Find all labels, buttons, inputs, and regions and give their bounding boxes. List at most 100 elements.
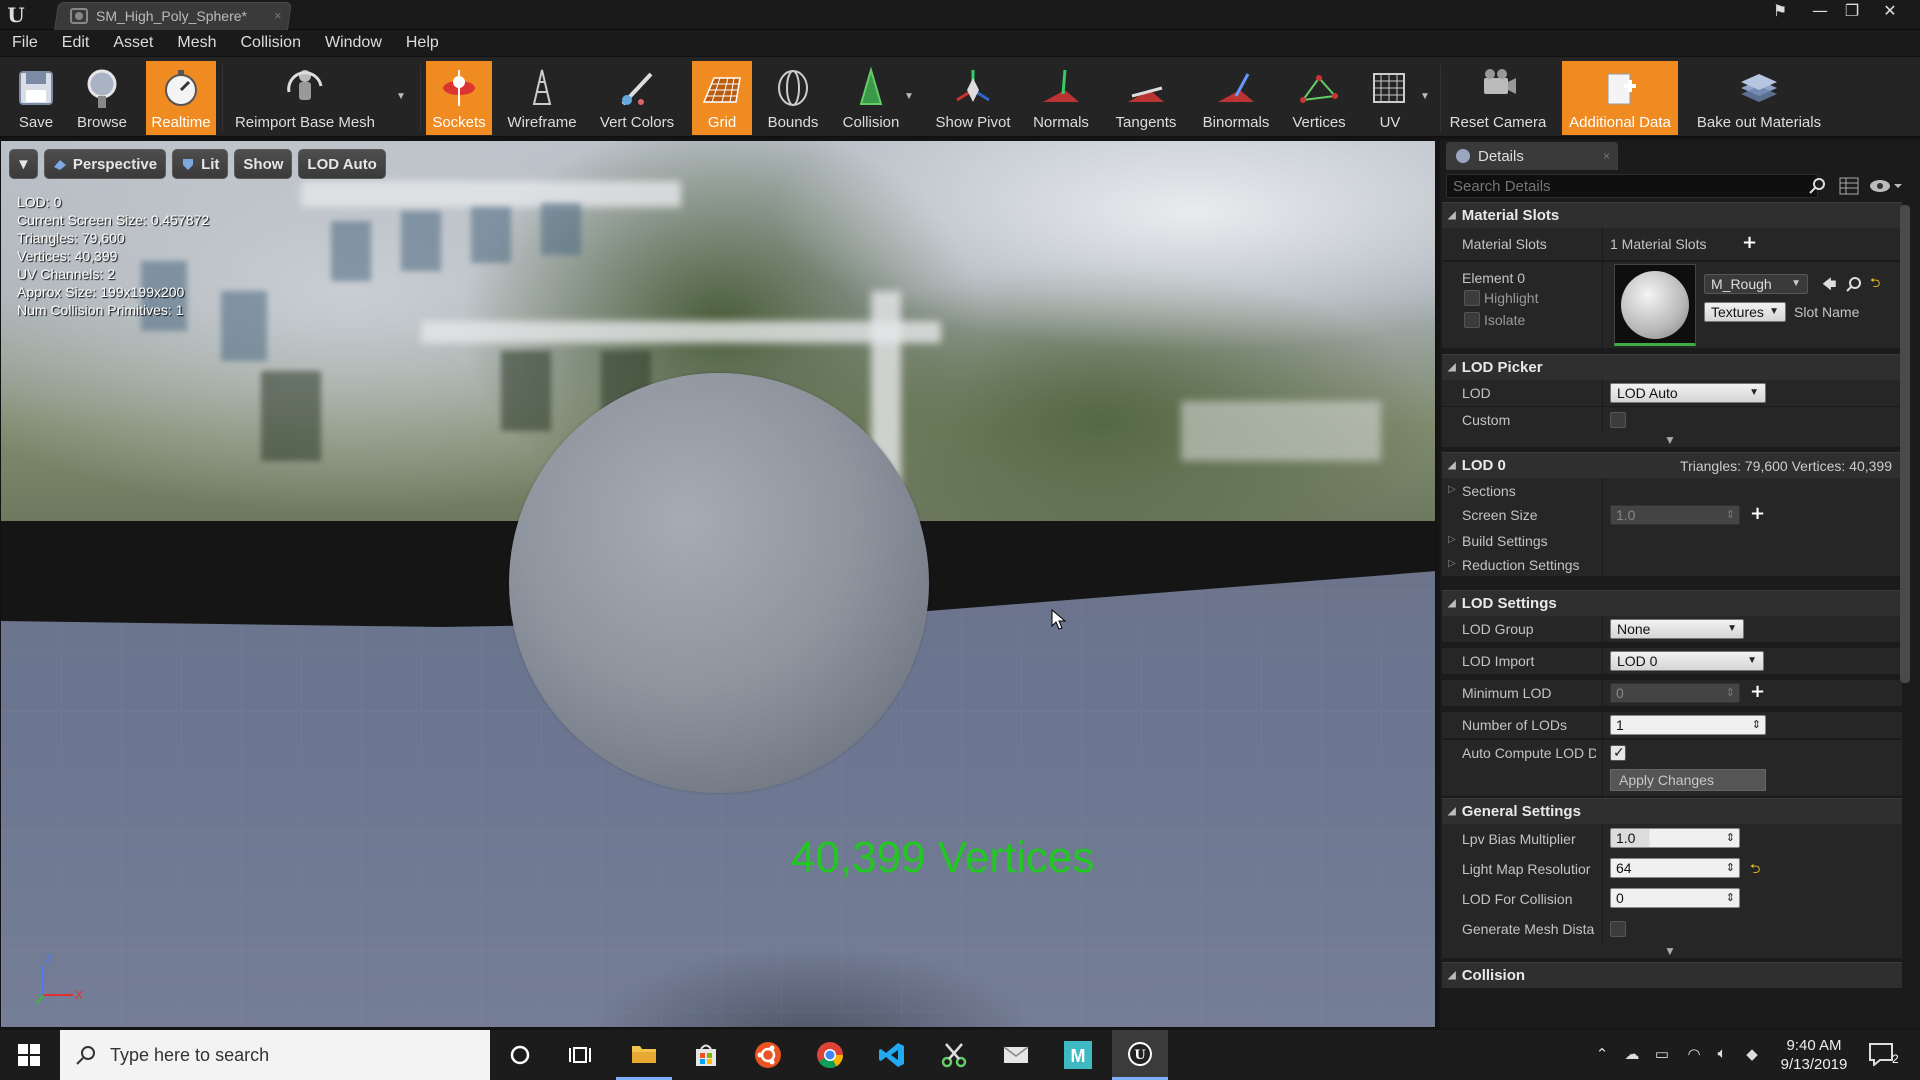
bake-out-materials-button[interactable]: Bake out Materials [1690, 61, 1828, 135]
mail-app[interactable] [988, 1030, 1044, 1080]
reimport-dropdown-icon[interactable]: ▼ [396, 91, 406, 102]
dropbox-icon[interactable]: ◆ [1742, 1045, 1762, 1065]
tangents-button[interactable]: Tangents [1106, 61, 1186, 135]
taskbar-search-box[interactable]: Type here to search [60, 1030, 490, 1080]
auto-compute-checkbox[interactable] [1610, 744, 1626, 761]
save-button[interactable]: Save [4, 61, 68, 135]
expand-triangle-icon[interactable]: ▷ [1448, 558, 1456, 569]
binormals-button[interactable]: Binormals [1194, 61, 1278, 135]
close-details-icon[interactable]: × [1603, 149, 1610, 163]
lpv-bias-slider[interactable]: 1.0 ⇕ [1610, 828, 1740, 848]
volume-icon[interactable]: 🔈︎ [1712, 1045, 1732, 1065]
build-settings-row[interactable]: ▷ Build Settings [1442, 528, 1902, 552]
reduction-settings-row[interactable]: ▷ Reduction Settings [1442, 552, 1902, 576]
isolate-checkbox[interactable] [1464, 312, 1480, 328]
lod-picker-category[interactable]: ◢ LOD Picker [1442, 354, 1902, 380]
microsoft-store-app[interactable] [678, 1030, 734, 1080]
add-minimum-lod-icon[interactable]: + [1750, 681, 1765, 702]
lod-group-select[interactable]: None ▼ [1610, 619, 1744, 639]
menu-help[interactable]: Help [394, 34, 451, 52]
viewport[interactable]: ▼ Perspective Lit Show LOD Auto LOD: 0 C… [0, 140, 1436, 1028]
high-poly-sphere-mesh[interactable] [509, 373, 929, 793]
reset-camera-button[interactable]: Reset Camera [1448, 61, 1548, 135]
wireframe-button[interactable]: Wireframe [500, 61, 584, 135]
lod-select[interactable]: LOD Auto ▼ [1610, 383, 1766, 403]
grid-button[interactable]: Grid [692, 61, 752, 135]
show-hidden-icons-chevron-icon[interactable]: ⌃ [1592, 1045, 1612, 1065]
close-tab-icon[interactable]: × [274, 8, 282, 23]
details-scrollbar[interactable] [1900, 205, 1910, 683]
reset-to-default-icon[interactable]: ⮌ [1870, 274, 1880, 296]
search-details-input[interactable] [1446, 174, 1818, 198]
expand-triangle-icon[interactable]: ▷ [1448, 534, 1456, 545]
highlight-checkbox[interactable] [1464, 290, 1480, 306]
add-material-slot-icon[interactable]: + [1742, 232, 1757, 253]
realtime-button[interactable]: Realtime [146, 61, 216, 135]
advanced-expander-row[interactable]: ▼ [1442, 433, 1902, 447]
feedback-flag-icon[interactable]: ⚑ [1766, 0, 1794, 24]
system-clock[interactable]: 9:40 AM 9/13/2019 [1764, 1036, 1864, 1074]
onedrive-cloud-icon[interactable]: ☁ [1622, 1045, 1642, 1065]
task-view-button[interactable] [552, 1030, 608, 1080]
reimport-base-mesh-button[interactable]: Reimport Base Mesh [230, 61, 380, 135]
generate-mesh-distance-checkbox[interactable] [1610, 921, 1626, 937]
close-window-button[interactable]: ✕ [1876, 0, 1904, 24]
menu-window[interactable]: Window [313, 34, 394, 52]
uv-button[interactable]: UV [1360, 61, 1420, 135]
start-button[interactable] [0, 1030, 58, 1080]
browse-to-asset-icon[interactable] [1846, 276, 1862, 292]
show-pivot-button[interactable]: Show Pivot [928, 61, 1018, 135]
sections-row[interactable]: ▷ Sections [1442, 478, 1902, 502]
lod0-category[interactable]: ◢ LOD 0 Triangles: 79,600 Vertices: 40,39… [1442, 452, 1902, 478]
menu-edit[interactable]: Edit [50, 34, 102, 52]
material-select[interactable]: M_Rough ▼ [1704, 274, 1808, 294]
additional-data-button[interactable]: Additional Data [1562, 61, 1678, 135]
bounds-button[interactable]: Bounds [758, 61, 828, 135]
lod-settings-category[interactable]: ◢ LOD Settings [1442, 590, 1902, 616]
advanced-expander-row[interactable]: ▼ [1442, 944, 1902, 958]
lod-for-collision-field[interactable]: 0 ⇕ [1610, 888, 1740, 908]
viewport-options-button[interactable]: ▼ [9, 149, 38, 179]
search-icon[interactable] [1808, 177, 1828, 195]
ubuntu-app[interactable] [740, 1030, 796, 1080]
perspective-button[interactable]: Perspective [43, 149, 167, 179]
eye-icon[interactable] [1868, 176, 1902, 196]
collision-category[interactable]: ◢ Collision [1442, 962, 1902, 988]
use-selected-arrow-icon[interactable]: 🡄 [1822, 274, 1836, 298]
menu-asset[interactable]: Asset [101, 34, 165, 52]
number-of-lods-field[interactable]: 1 ⇕ [1610, 715, 1766, 735]
uv-dropdown-icon[interactable]: ▼ [1420, 91, 1430, 102]
file-explorer-app[interactable] [616, 1030, 672, 1080]
action-center-button[interactable]: 2 [1868, 1042, 1908, 1070]
collision-button[interactable]: Collision [836, 61, 906, 135]
material-thumbnail[interactable] [1614, 264, 1696, 346]
screen-size-field[interactable]: 1.0 ⇕ [1610, 505, 1740, 525]
vscode-app[interactable] [864, 1030, 920, 1080]
unreal-logo-icon[interactable]: U [4, 3, 28, 27]
maximize-button[interactable]: ❐ [1838, 0, 1866, 24]
details-tab[interactable]: Details × [1446, 142, 1618, 170]
general-settings-category[interactable]: ◢ General Settings [1442, 798, 1902, 824]
show-button[interactable]: Show [234, 149, 293, 179]
vertices-button[interactable]: Vertices [1286, 61, 1352, 135]
lod-auto-button[interactable]: LOD Auto [298, 149, 386, 179]
material-slots-category[interactable]: ◢ Material Slots [1442, 202, 1902, 228]
expand-advanced-icon[interactable]: ▼ [1664, 433, 1676, 447]
textures-select[interactable]: Textures ▼ [1704, 302, 1786, 322]
reset-to-default-icon[interactable]: ⮌ [1750, 860, 1760, 882]
lod-import-select[interactable]: LOD 0 ▼ [1610, 651, 1764, 671]
chrome-app[interactable] [802, 1030, 858, 1080]
apply-changes-button[interactable]: Apply Changes [1610, 769, 1766, 791]
browse-button[interactable]: Browse [70, 61, 134, 135]
minimum-lod-field[interactable]: 0 ⇕ [1610, 683, 1740, 703]
document-tab[interactable]: SM_High_Poly_Sphere* [64, 2, 284, 30]
sockets-button[interactable]: Sockets [426, 61, 492, 135]
normals-button[interactable]: Normals [1026, 61, 1096, 135]
unreal-engine-app[interactable]: U [1112, 1030, 1168, 1080]
menu-collision[interactable]: Collision [229, 34, 313, 52]
vert-colors-button[interactable]: Vert Colors [592, 61, 682, 135]
view-options-grid-icon[interactable] [1838, 176, 1860, 196]
menu-mesh[interactable]: Mesh [165, 34, 228, 52]
battery-icon[interactable]: ▭ [1652, 1045, 1672, 1065]
lit-button[interactable]: Lit [172, 149, 229, 179]
